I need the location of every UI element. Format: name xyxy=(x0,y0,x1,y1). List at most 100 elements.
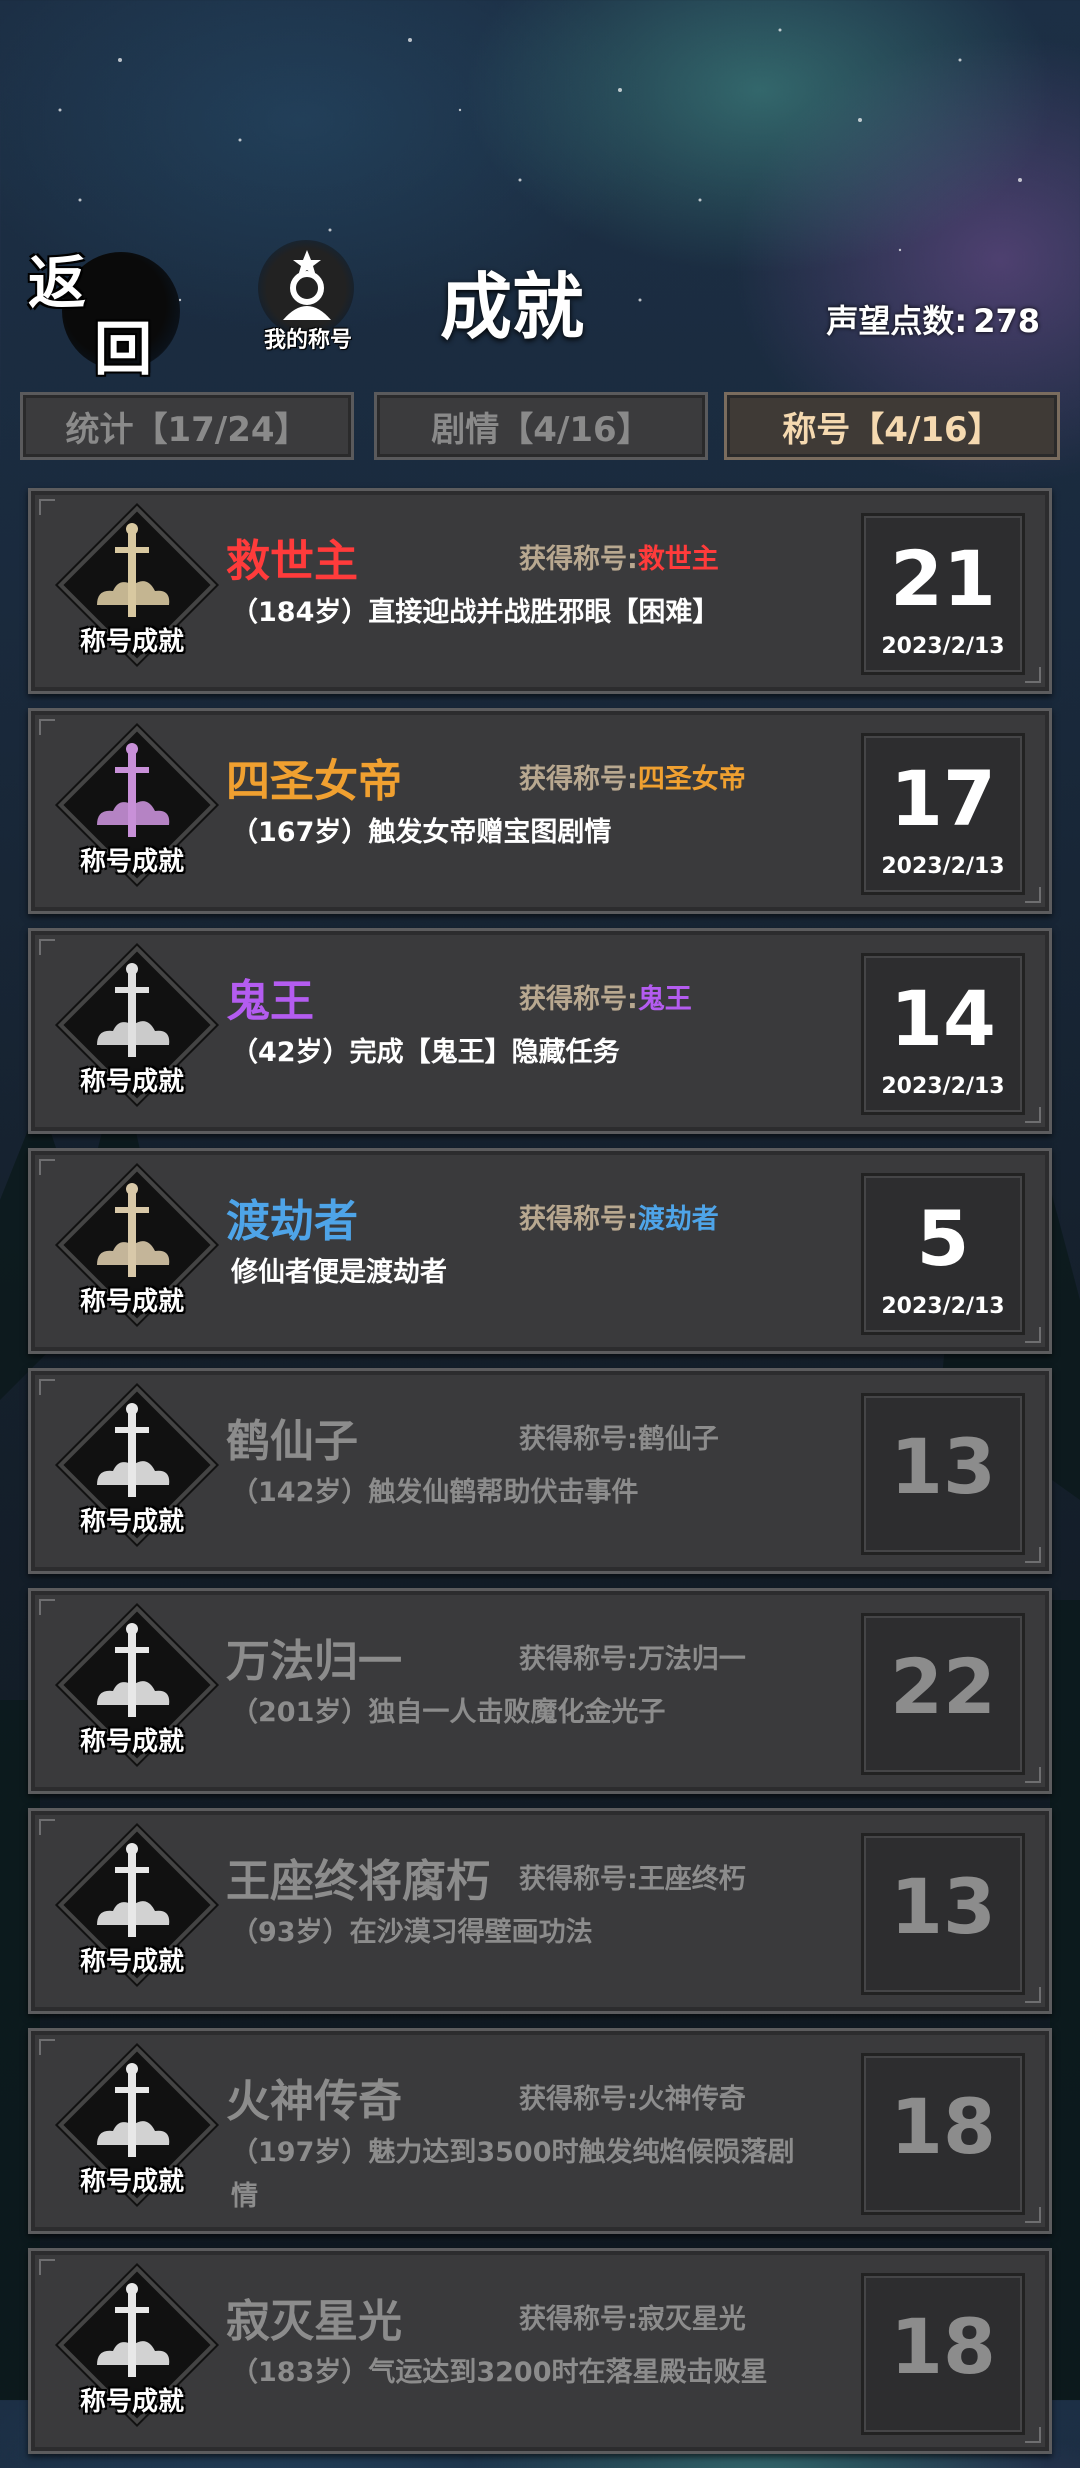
title-badge: 称号成就 xyxy=(57,1825,217,1987)
achievement-card[interactable]: 称号成就 王座终将腐朽 获得称号:王座终朽 （93岁）在沙漠习得壁画功法 13 xyxy=(28,1808,1052,2014)
title-reward-label: 获得称号: xyxy=(519,1864,638,1895)
achievement-card[interactable]: 称号成就 渡劫者 获得称号:渡劫者 修仙者便是渡劫者 5 2023/2/13 xyxy=(28,1148,1052,1354)
back-label-1: 返 xyxy=(28,249,87,317)
achievement-description: （167岁）触发女帝赠宝图剧情 xyxy=(231,817,612,848)
achievement-date: 2023/2/13 xyxy=(881,634,1005,659)
achievement-description: （142岁）触发仙鹤帮助伏击事件 xyxy=(231,1477,639,1508)
badge-label: 称号成就 xyxy=(79,1067,184,1097)
title-badge: 称号成就 xyxy=(57,2265,217,2427)
achievement-description: （183岁）气运达到3200时在落星殿击败星 xyxy=(231,2357,768,2388)
badge-label: 称号成就 xyxy=(79,847,184,877)
title-reward-label: 获得称号: xyxy=(519,1204,638,1235)
achievement-date: 2023/2/13 xyxy=(881,1294,1005,1319)
title-reward-name: 王座终朽 xyxy=(637,1864,746,1895)
achievement-name: 四圣女帝 xyxy=(226,756,402,807)
prestige-label: 声望点数: xyxy=(826,302,968,340)
tab-titles[interactable]: 称号【4/16】 xyxy=(724,392,1060,460)
page-title: 成就 xyxy=(440,264,585,349)
achievement-points: 18 xyxy=(890,2302,996,2391)
achievement-date: 2023/2/13 xyxy=(881,854,1005,879)
achievement-name: 救世主 xyxy=(226,536,358,587)
person-star-icon xyxy=(283,250,331,320)
achievement-name: 鬼王 xyxy=(226,976,314,1027)
title-reward-name: 寂灭星光 xyxy=(637,2304,746,2335)
title-reward-name: 四圣女帝 xyxy=(637,764,746,795)
title-reward: 获得称号:渡劫者 xyxy=(519,1197,719,1236)
achievement-points: 17 xyxy=(890,754,996,843)
achievement-description: 修仙者便是渡劫者 xyxy=(231,1257,447,1288)
achievement-card[interactable]: 称号成就 火神传奇 获得称号:火神传奇 （197岁）魅力达到3500时触发纯焰候… xyxy=(28,2028,1052,2234)
title-reward: 获得称号:寂灭星光 xyxy=(519,2297,746,2336)
title-badge: 称号成就 xyxy=(57,725,217,887)
badge-label: 称号成就 xyxy=(79,1507,184,1537)
achievement-list: 称号成就 救世主 获得称号: 救世主 （184岁）直接迎战并战胜邪眼【困难】 21… xyxy=(28,488,1052,2468)
title-reward: 获得称号:鹤仙子 xyxy=(519,1417,719,1456)
title-reward-label: 获得称号: xyxy=(519,1424,638,1455)
title-reward-label: 获得称号: xyxy=(519,2304,638,2335)
score-box: 18 xyxy=(861,2053,1025,2215)
title-badge: 称号成就 xyxy=(57,1605,217,1767)
back-button[interactable]: 返 回 xyxy=(22,230,180,383)
title-reward-label: 获得称号: xyxy=(519,1644,638,1675)
title-reward-name: 渡劫者 xyxy=(637,1204,719,1235)
prestige-points: 声望点数: 278 xyxy=(820,296,1040,342)
badge-label: 称号成就 xyxy=(79,2167,184,2197)
score-box: 13 xyxy=(861,1833,1025,1995)
achievement-description: （197岁）魅力达到3500时触发纯焰候陨落剧情 xyxy=(231,2137,795,2212)
title-badge: 称号成就 xyxy=(57,945,217,1107)
achievement-name: 寂灭星光 xyxy=(226,2296,402,2347)
score-box: 22 xyxy=(861,1613,1025,1775)
prestige-value: 278 xyxy=(973,302,1040,340)
achievement-points: 22 xyxy=(890,1642,996,1731)
back-label-2: 回 xyxy=(94,315,153,383)
title-reward-label: 获得称号: xyxy=(519,764,638,795)
achievement-card[interactable]: 称号成就 寂灭星光 获得称号:寂灭星光 （183岁）气运达到3200时在落星殿击… xyxy=(28,2248,1052,2454)
achievement-points: 14 xyxy=(890,974,996,1063)
my-title-button[interactable]: 我的称号 xyxy=(248,240,368,360)
title-reward-name: 救世主 xyxy=(637,544,719,575)
achievement-name: 渡劫者 xyxy=(226,1196,358,1247)
title-reward-name: 鹤仙子 xyxy=(637,1424,719,1455)
tab-bar: 统计【17/24】 剧情【4/16】 称号【4/16】 xyxy=(20,392,1060,462)
score-box: 21 2023/2/13 xyxy=(861,513,1025,675)
badge-label: 称号成就 xyxy=(79,1947,184,1977)
title-badge: 称号成就 xyxy=(57,2045,217,2207)
achievement-description: （184岁）直接迎战并战胜邪眼【困难】 xyxy=(231,597,720,628)
achievement-points: 5 xyxy=(916,1194,970,1283)
achievement-card[interactable]: 称号成就 鹤仙子 获得称号:鹤仙子 （142岁）触发仙鹤帮助伏击事件 13 xyxy=(28,1368,1052,1574)
title-reward: 获得称号:万法归一 xyxy=(519,1637,746,1676)
title-reward: 获得称号:四圣女帝 xyxy=(519,757,746,796)
title-badge: 称号成就 xyxy=(57,1385,217,1547)
achievement-points: 18 xyxy=(890,2082,996,2171)
achievement-description: （93岁）在沙漠习得壁画功法 xyxy=(231,1917,593,1948)
achievement-card[interactable]: 称号成就 救世主 获得称号:救世主 （184岁）直接迎战并战胜邪眼【困难】 21… xyxy=(28,488,1052,694)
title-reward-label: 获得称号: xyxy=(519,984,638,1015)
achievement-name: 鹤仙子 xyxy=(226,1416,358,1467)
badge-label: 称号成就 xyxy=(79,1287,184,1317)
title-badge: 称号成就 xyxy=(57,1165,217,1327)
achievement-points: 13 xyxy=(890,1862,996,1951)
title-badge: 称号成就 xyxy=(57,505,217,667)
achievement-description: （42岁）完成【鬼王】隐藏任务 xyxy=(231,1037,620,1068)
title-reward: 获得称号:鬼王 xyxy=(519,977,692,1016)
title-reward: 获得称号:火神传奇 xyxy=(519,2077,746,2116)
achievement-name: 火神传奇 xyxy=(226,2076,402,2127)
score-box: 14 2023/2/13 xyxy=(861,953,1025,1115)
title-reward-name: 鬼王 xyxy=(637,984,692,1015)
my-title-label: 我的称号 xyxy=(263,328,352,353)
title-reward-label: 获得称号: xyxy=(519,2084,638,2115)
badge-label: 称号成就 xyxy=(79,1727,184,1757)
tab-story[interactable]: 剧情【4/16】 xyxy=(374,392,708,460)
achievement-date: 2023/2/13 xyxy=(881,1074,1005,1099)
score-box: 5 2023/2/13 xyxy=(861,1173,1025,1335)
achievement-points: 21 xyxy=(890,534,996,623)
achievement-card[interactable]: 称号成就 万法归一 获得称号:万法归一 （201岁）独自一人击败魔化金光子 22 xyxy=(28,1588,1052,1794)
achievement-name: 王座终将腐朽 xyxy=(226,1856,490,1907)
title-reward-name: 万法归一 xyxy=(637,1644,746,1675)
achievement-card[interactable]: 称号成就 鬼王 获得称号:鬼王 （42岁）完成【鬼王】隐藏任务 14 2023/… xyxy=(28,928,1052,1134)
achievement-points: 13 xyxy=(890,1422,996,1511)
achievement-card[interactable]: 称号成就 四圣女帝 获得称号:四圣女帝 （167岁）触发女帝赠宝图剧情 17 2… xyxy=(28,708,1052,914)
tab-statistics[interactable]: 统计【17/24】 xyxy=(20,392,354,460)
title-reward: 获得称号:王座终朽 xyxy=(519,1857,746,1896)
badge-label: 称号成就 xyxy=(79,627,184,657)
